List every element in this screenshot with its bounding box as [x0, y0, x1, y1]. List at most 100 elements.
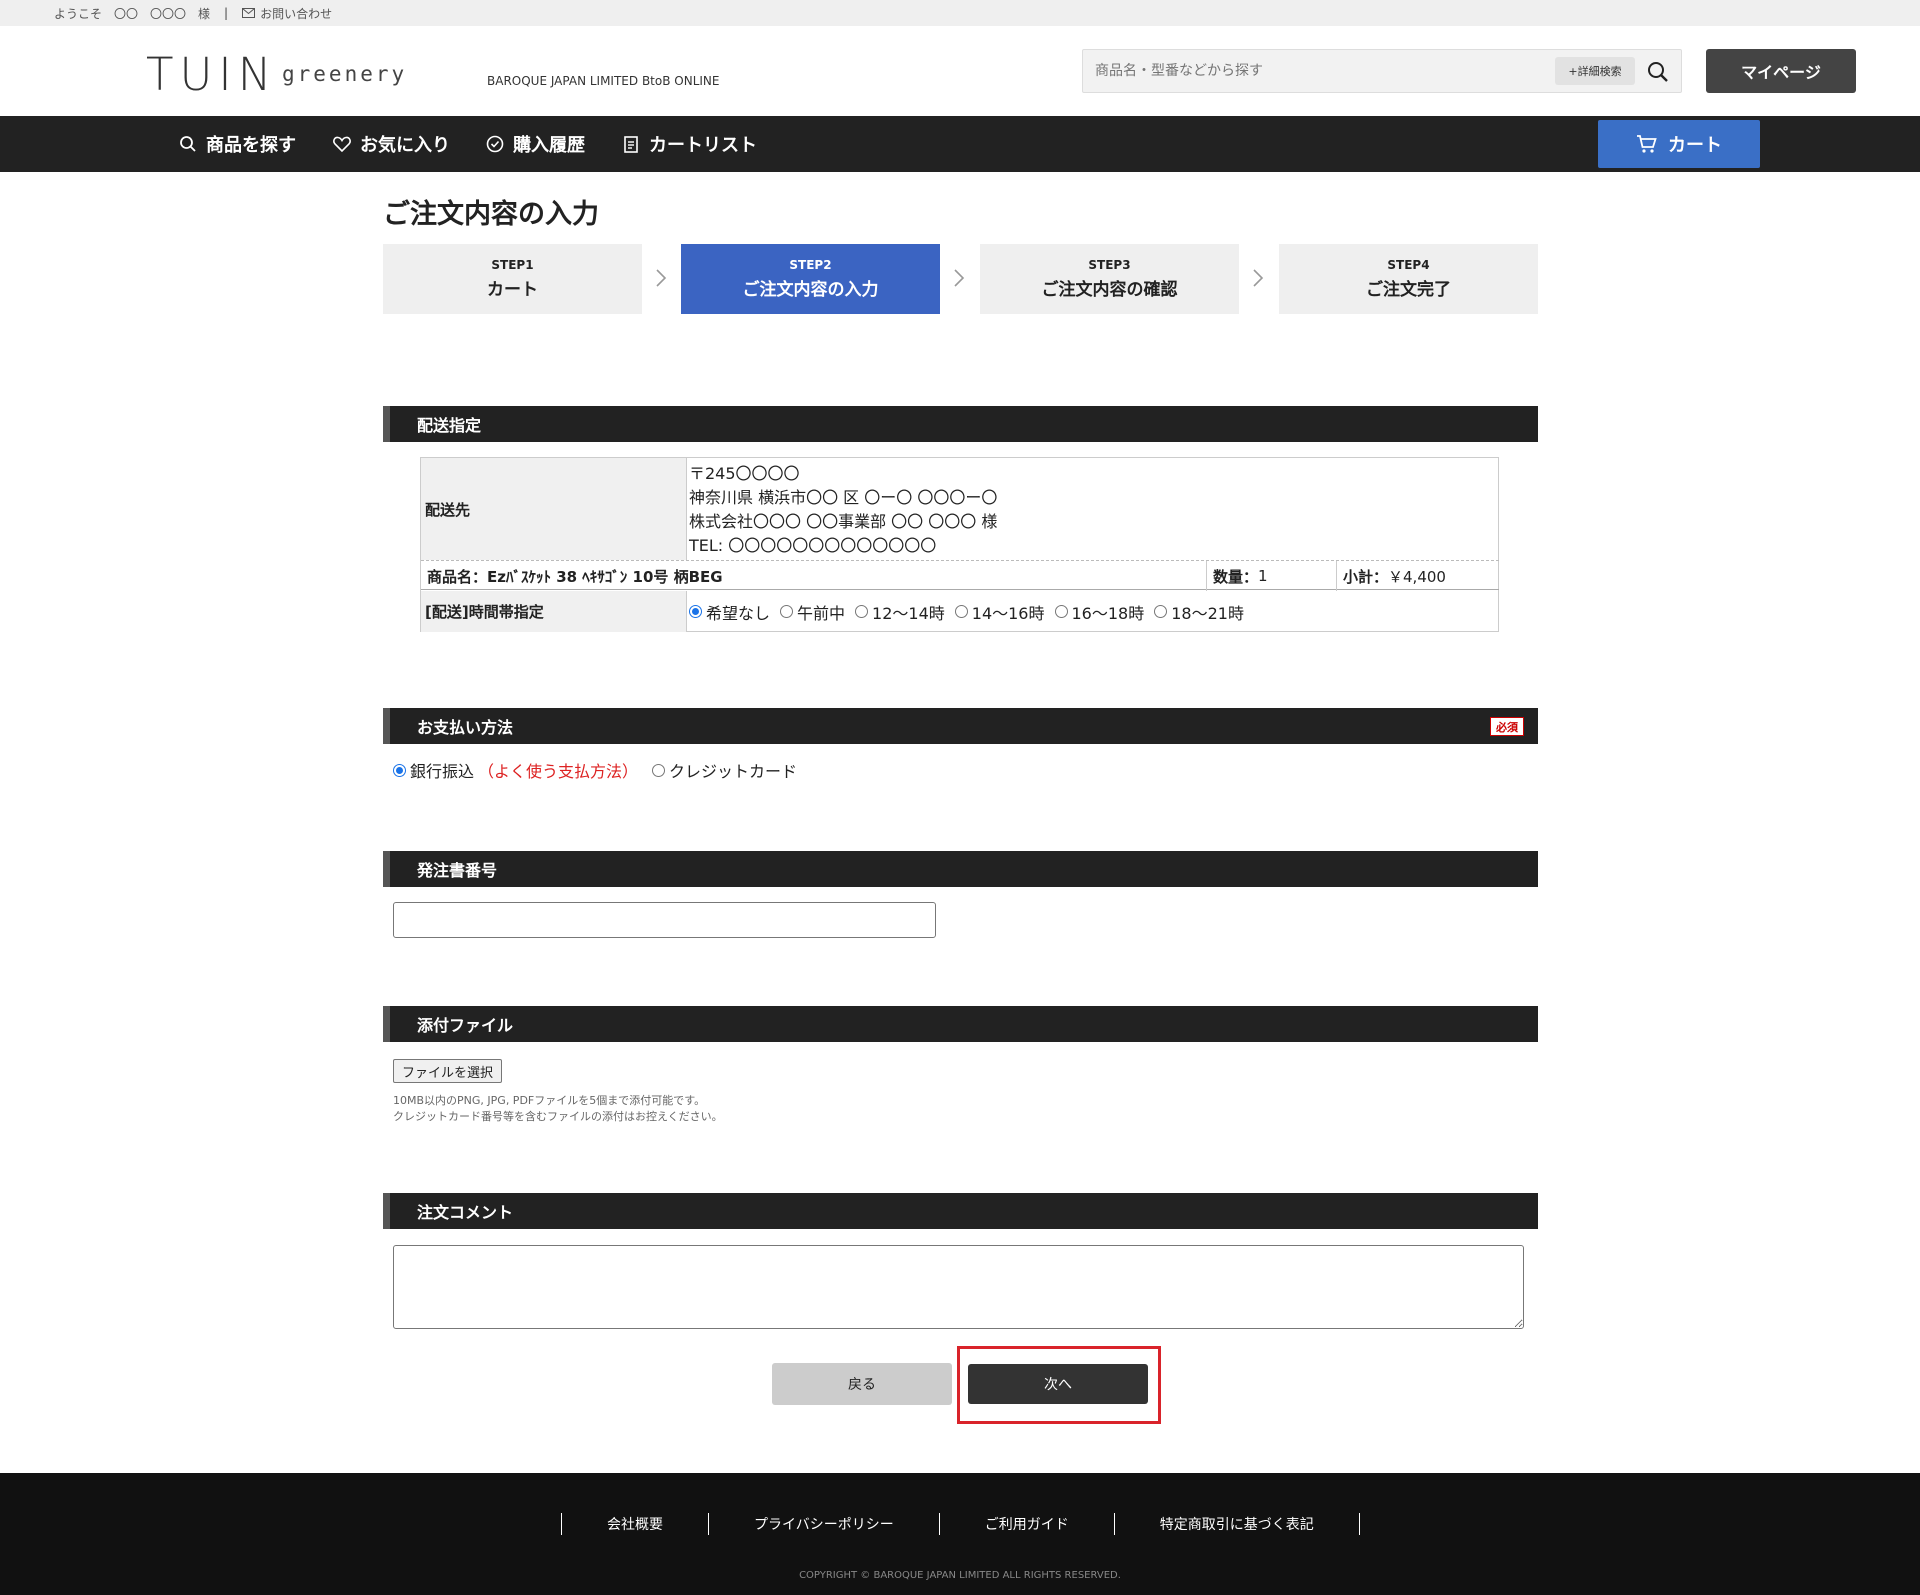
radio-button[interactable]	[855, 605, 869, 618]
tagline: BAROQUE JAPAN LIMITED BtoB ONLINE	[487, 74, 720, 88]
radio-button[interactable]	[652, 763, 666, 777]
search-icon[interactable]	[1645, 59, 1671, 85]
address-line: 〒245〇〇〇〇	[689, 464, 800, 483]
qty-label: 数量：	[1213, 567, 1259, 586]
dest-label: 配送先	[421, 458, 687, 560]
clock-icon	[486, 135, 504, 153]
footer: 会社概要 プライバシーポリシー ご利用ガイド 特定商取引に基づく表記 COPYR…	[0, 1473, 1920, 1595]
welcome-text: ようこそ 〇〇 〇〇〇 様	[54, 6, 211, 21]
step-number: STEP1	[491, 258, 534, 272]
product-row: 商品名：Ezﾊﾞｽｹｯﾄ 38 ﾍｷｻｺﾞﾝ 10号 柄BEG 数量： 1 小計：…	[421, 560, 1499, 591]
time-option-label: 18～21時	[1171, 603, 1244, 623]
advanced-search-button[interactable]: +詳細検索	[1555, 57, 1635, 85]
time-option-label: 14～16時	[971, 603, 1045, 623]
product-subtotal: 小計： ￥4,400	[1337, 561, 1499, 591]
step-2: STEP2 ご注文内容の入力	[681, 244, 940, 314]
footer-link-privacy[interactable]: プライバシーポリシー	[709, 1514, 939, 1534]
radio-button[interactable]	[780, 605, 794, 618]
section-header-comment: 注文コメント	[383, 1193, 1538, 1229]
cart-icon	[1637, 135, 1657, 153]
time-option-label: 午前中	[797, 603, 846, 623]
payment-option-credit[interactable]: クレジットカード	[652, 758, 797, 782]
cart-label: カート	[1668, 135, 1722, 156]
section-header-payment: お支払い方法 必須	[383, 708, 1538, 744]
note-line: 10MB以内のPNG, JPG, PDFファイルを5個まで添付可能です。	[393, 1094, 706, 1107]
step-number: STEP2	[789, 258, 832, 272]
main-nav: 商品を探す お気に入り 購入履歴 カートリスト カート	[0, 116, 1920, 172]
divider	[1358, 1513, 1360, 1535]
footer-links: 会社概要 プライバシーポリシー ご利用ガイド 特定商取引に基づく表記	[561, 1513, 1360, 1535]
contact-label: お問い合わせ	[260, 6, 333, 21]
mypage-button[interactable]: マイページ	[1706, 49, 1856, 93]
radio-button[interactable]	[689, 605, 702, 618]
time-option-14-16[interactable]: 14～16時	[954, 600, 1045, 624]
chevron-right-icon	[656, 269, 667, 287]
cart-button[interactable]: カート	[1598, 120, 1760, 168]
clipboard-icon	[624, 136, 638, 153]
chevron-right-icon	[1253, 269, 1264, 287]
step-label: ご注文完了	[1366, 280, 1451, 300]
back-button[interactable]: 戻る	[772, 1363, 952, 1405]
address-line: 神奈川県 横浜市〇〇 区 〇ー〇 〇〇〇ー〇	[689, 488, 998, 507]
search-icon	[180, 136, 196, 152]
time-label: [配送]時間帯指定	[421, 591, 687, 632]
shipping-address: 〒245〇〇〇〇 神奈川県 横浜市〇〇 区 〇ー〇 〇〇〇ー〇 株式会社〇〇〇 …	[689, 462, 997, 558]
choose-file-button[interactable]: ファイルを選択	[393, 1059, 502, 1083]
page-title: ご注文内容の入力	[383, 199, 599, 230]
nav-item-label: 商品を探す	[206, 135, 296, 156]
time-option-label: 希望なし	[706, 603, 771, 623]
contact-link[interactable]: お問い合わせ	[242, 5, 332, 22]
header: TUIN greenery BAROQUE JAPAN LIMITED BtoB…	[0, 26, 1920, 116]
nav-item-favorites[interactable]: お気に入り	[332, 116, 450, 172]
subtotal-value: ￥4,400	[1388, 567, 1446, 586]
search-input[interactable]	[1095, 58, 1535, 84]
payment-option-bank[interactable]: 銀行振込 （よく使う支払方法）	[393, 758, 638, 782]
time-option-label: 16～18時	[1071, 603, 1145, 623]
section-header-po-number: 発注書番号	[383, 851, 1538, 887]
nav-item-search[interactable]: 商品を探す	[178, 116, 296, 172]
time-option-12-14[interactable]: 12～14時	[855, 600, 945, 624]
step-3: STEP3 ご注文内容の確認	[980, 244, 1239, 314]
section-title: お支払い方法	[417, 718, 514, 737]
radio-button[interactable]	[954, 605, 968, 618]
payment-option-note: （よく使う支払方法）	[478, 762, 639, 781]
chevron-right-icon	[954, 269, 965, 287]
nav-item-label: 購入履歴	[513, 135, 585, 156]
time-option-none[interactable]: 希望なし	[689, 600, 770, 624]
step-4: STEP4 ご注文完了	[1279, 244, 1538, 314]
payment-options: 銀行振込 （よく使う支払方法） クレジットカード	[393, 758, 797, 782]
top-bar: ようこそ 〇〇 〇〇〇 様 | お問い合わせ	[0, 0, 1920, 26]
attachment-note: 10MB以内のPNG, JPG, PDFファイルを5個まで添付可能です。 クレジ…	[393, 1093, 723, 1125]
delivery-time-row: [配送]時間帯指定 希望なし 午前中 12～14時 14～16時 16～18時 …	[421, 591, 1499, 632]
footer-link-company[interactable]: 会社概要	[562, 1514, 708, 1534]
product-qty: 数量： 1	[1207, 561, 1337, 591]
time-option-16-18[interactable]: 16～18時	[1054, 600, 1145, 624]
nav-item-label: カートリスト	[649, 135, 757, 156]
payment-option-label: 銀行振込	[410, 762, 475, 781]
radio-button[interactable]	[393, 763, 406, 777]
time-option-morning[interactable]: 午前中	[780, 600, 845, 624]
nav-item-cartlist[interactable]: カートリスト	[621, 116, 757, 172]
logo-main: TUIN	[146, 48, 278, 101]
footer-link-legal[interactable]: 特定商取引に基づく表記	[1115, 1514, 1359, 1534]
address-line: TEL: 〇〇〇〇〇〇〇〇〇〇〇〇〇	[689, 536, 937, 555]
time-option-label: 12～14時	[872, 603, 945, 623]
radio-button[interactable]	[1154, 605, 1168, 618]
topbar-separator: |	[224, 6, 229, 20]
step-1: STEP1 カート	[383, 244, 642, 314]
po-number-input[interactable]	[393, 902, 936, 938]
comment-textarea[interactable]	[393, 1245, 1524, 1329]
step-label: カート	[487, 280, 538, 300]
required-badge: 必須	[1490, 717, 1524, 736]
radio-button[interactable]	[1054, 605, 1068, 618]
note-line: クレジットカード番号等を含むファイルの添付はお控えください。	[393, 1110, 723, 1123]
footer-link-guide[interactable]: ご利用ガイド	[940, 1514, 1114, 1534]
payment-option-label: クレジットカード	[669, 762, 798, 781]
address-line: 株式会社〇〇〇 〇〇事業部 〇〇 〇〇〇 様	[689, 512, 998, 531]
nav-item-label: お気に入り	[360, 135, 450, 156]
nav-item-history[interactable]: 購入履歴	[485, 116, 585, 172]
time-option-18-21[interactable]: 18～21時	[1154, 600, 1244, 624]
qty-value: 1	[1258, 567, 1268, 585]
step-number: STEP3	[1088, 258, 1131, 272]
step-label: ご注文内容の確認	[1041, 280, 1178, 300]
